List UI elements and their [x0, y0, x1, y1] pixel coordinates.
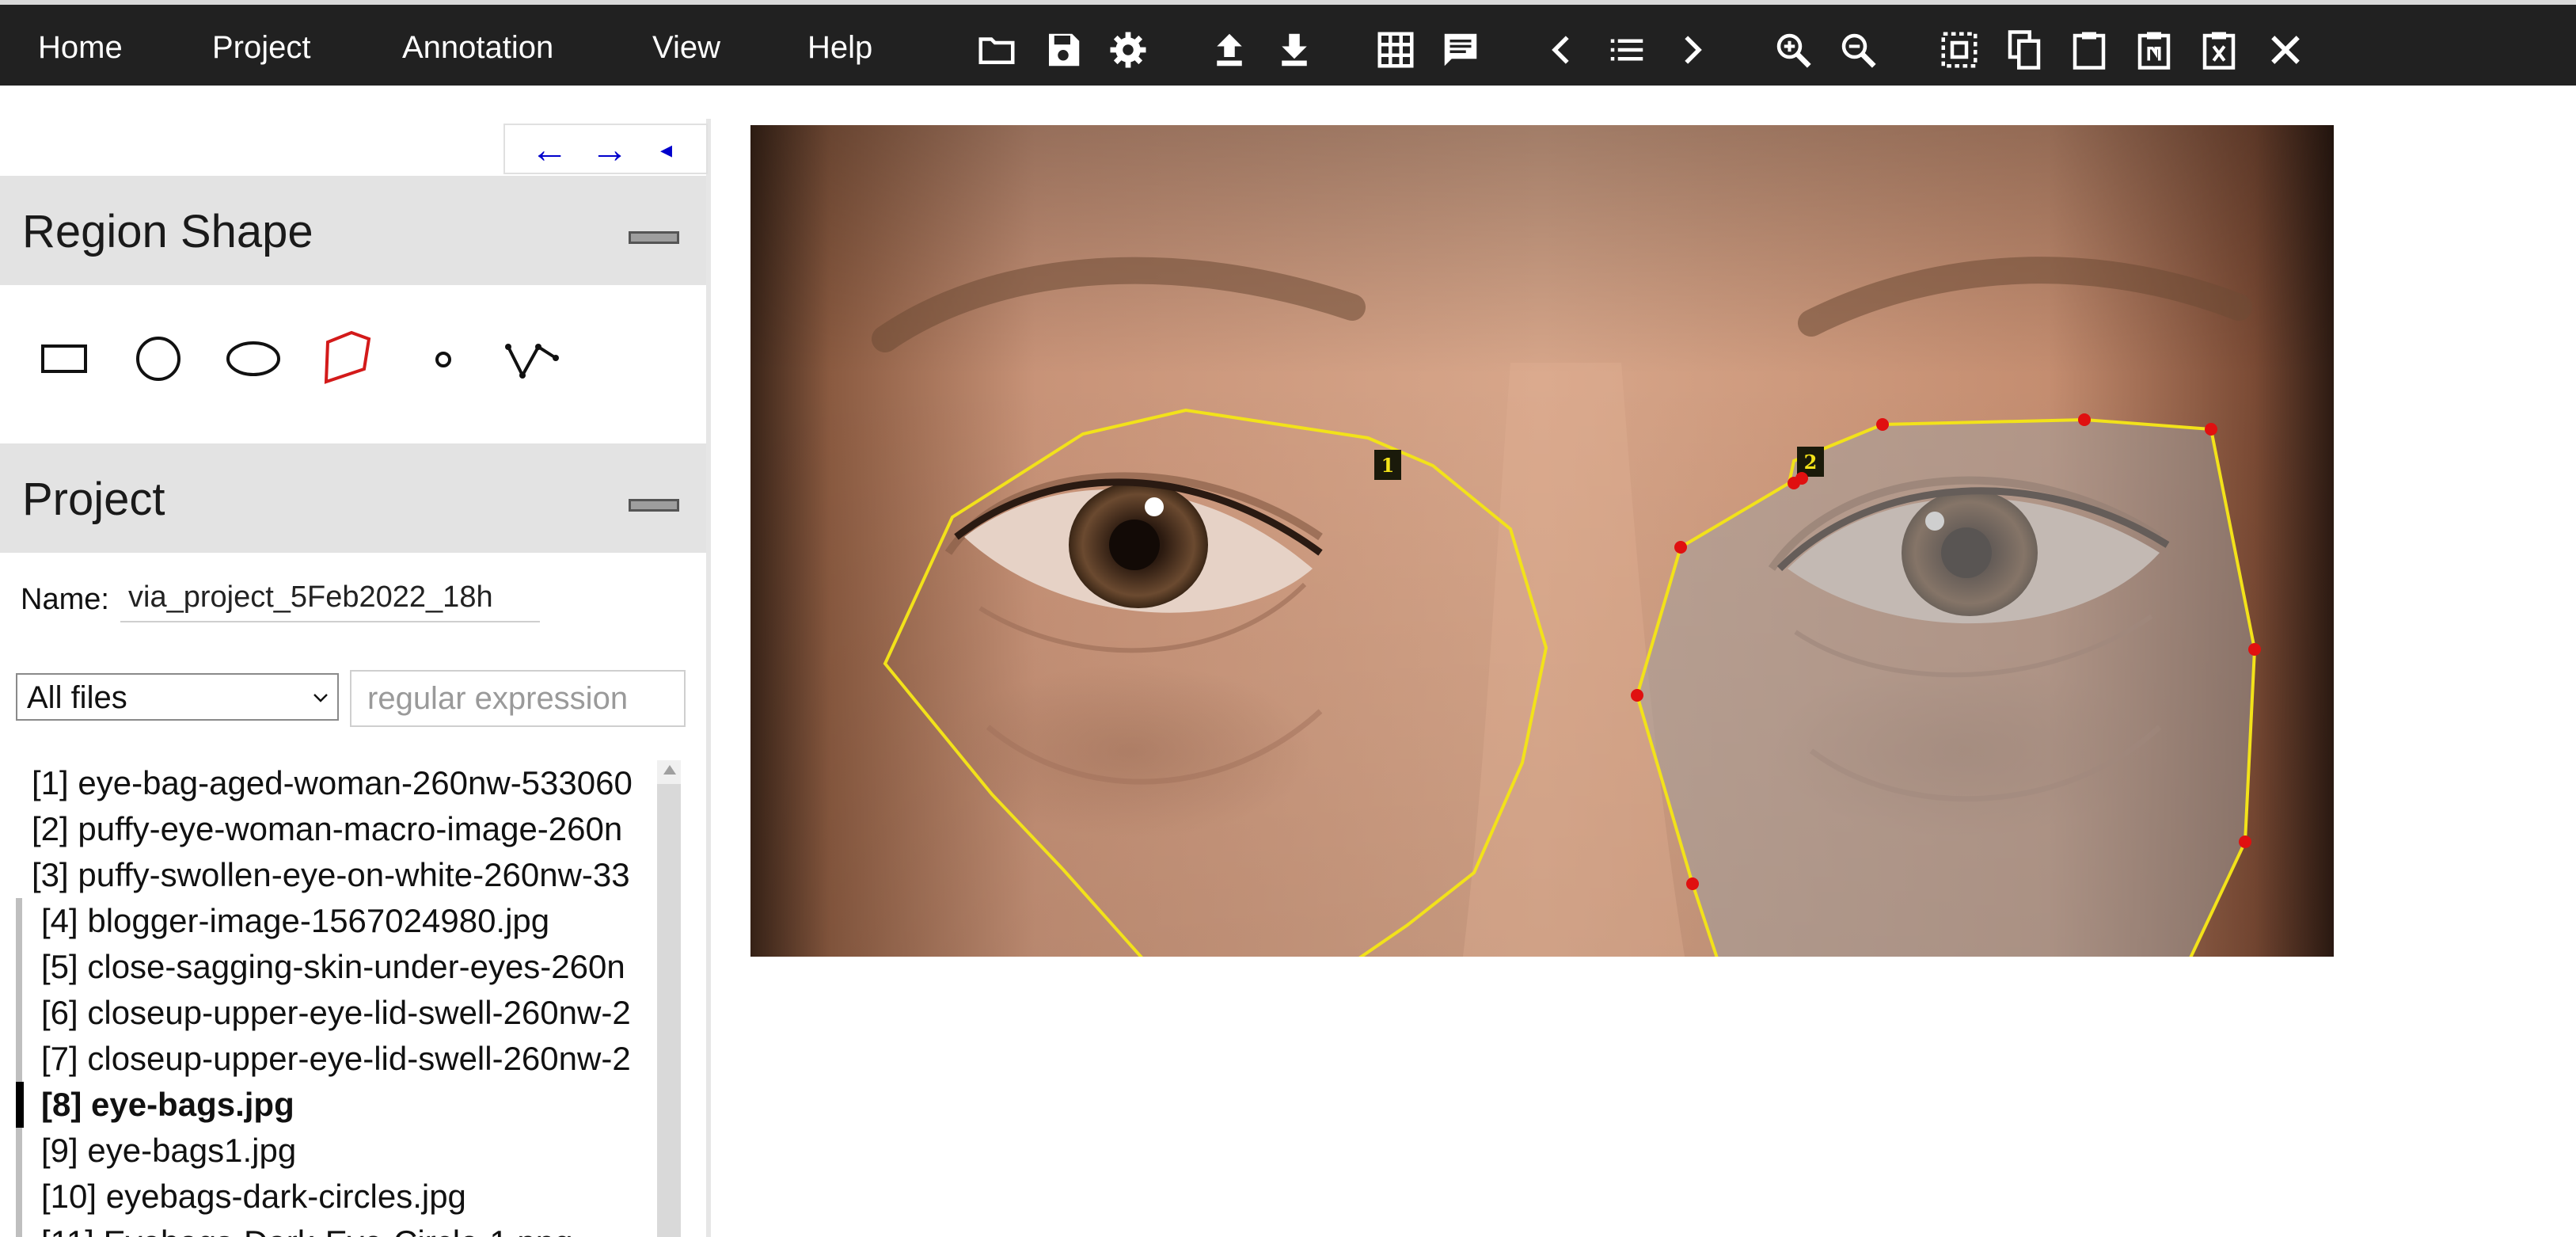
list-item[interactable]: [3] puffy-swollen-eye-on-white-260nw-33: [0, 852, 657, 898]
rectangle-tool-icon[interactable]: [35, 326, 95, 386]
list-item[interactable]: [4] blogger-image-1567024980.jpg: [0, 898, 657, 944]
file-list-scrollbar[interactable]: [657, 760, 681, 1237]
copy-icon[interactable]: [2003, 29, 2046, 71]
grid-view-icon[interactable]: [1374, 29, 1417, 71]
list-item-marker: [16, 944, 22, 990]
polygon-tool-icon[interactable]: [317, 326, 377, 386]
save-icon[interactable]: [1042, 29, 1085, 71]
sidebar-divider[interactable]: [706, 119, 711, 1237]
list-item-marker: [16, 1220, 22, 1237]
list-item-marker: [16, 1174, 22, 1220]
next-icon[interactable]: [1670, 29, 1713, 71]
regex-filter-input[interactable]: [350, 670, 686, 727]
project-name-field[interactable]: [120, 573, 540, 622]
region-2-label: 2: [1804, 451, 1818, 474]
project-name-label: Name:: [21, 583, 109, 616]
point-tool-icon[interactable]: [413, 326, 473, 386]
list-item[interactable]: [11] Eyebags-Dark-Eye-Circle-1.png: [0, 1220, 657, 1237]
download-icon[interactable]: [1273, 29, 1316, 71]
paste-icon[interactable]: [2068, 29, 2111, 71]
previous-icon[interactable]: [1541, 29, 1583, 71]
list-item-marker: [16, 1082, 24, 1128]
chevron-down-icon: [313, 694, 328, 702]
top-menu-bar: Home Project Annotation View Help: [0, 0, 2576, 86]
ellipse-tool-icon[interactable]: [223, 326, 283, 386]
list-icon[interactable]: [1605, 29, 1648, 71]
nav-collapse-arrow[interactable]: ◂: [660, 128, 672, 173]
region-1-label: 1: [1381, 454, 1395, 477]
list-item[interactable]: [1] eye-bag-aged-woman-260nw-533060: [0, 760, 657, 806]
circle-tool-icon[interactable]: [128, 326, 188, 386]
project-title: Project: [22, 474, 165, 525]
menu-project[interactable]: Project: [212, 29, 311, 67]
close-icon[interactable]: [2264, 29, 2307, 71]
list-item-current[interactable]: [8] eye-bags.jpg: [0, 1082, 657, 1128]
file-filter-value: All files: [27, 680, 127, 715]
list-item[interactable]: [6] closeup-upper-eye-lid-swell-260nw-2: [0, 990, 657, 1036]
menu-home[interactable]: Home: [38, 29, 123, 67]
list-item[interactable]: [10] eyebags-dark-circles.jpg: [0, 1174, 657, 1220]
annotated-image[interactable]: 1 2: [750, 125, 2334, 957]
list-item[interactable]: [9] eye-bags1.jpg: [0, 1128, 657, 1174]
folder-open-icon[interactable]: [975, 29, 1018, 71]
list-item-marker: [16, 990, 22, 1036]
sidebar-nav: ← → ◂: [503, 124, 708, 174]
project-header[interactable]: Project: [0, 443, 706, 553]
zoom-out-icon[interactable]: [1837, 29, 1879, 71]
scroll-up-arrow-icon: [663, 765, 676, 775]
settings-icon[interactable]: [1107, 29, 1149, 71]
list-item[interactable]: [7] closeup-upper-eye-lid-swell-260nw-2: [0, 1036, 657, 1082]
list-item-marker: [16, 1128, 22, 1174]
region-shape-header[interactable]: Region Shape: [0, 176, 706, 285]
list-item-marker: [16, 898, 22, 944]
file-list: [1] eye-bag-aged-woman-260nw-533060 [2] …: [0, 752, 681, 1237]
paste-n-icon[interactable]: [2133, 29, 2175, 71]
select-all-icon[interactable]: [1938, 29, 1981, 71]
zoom-in-icon[interactable]: [1772, 29, 1814, 71]
list-item-marker: [16, 1036, 22, 1082]
menu-annotation[interactable]: Annotation: [402, 29, 553, 67]
project-collapse-button[interactable]: [629, 499, 679, 512]
paste-delete-icon[interactable]: [2198, 29, 2240, 71]
menu-help[interactable]: Help: [807, 29, 872, 67]
menu-view[interactable]: View: [652, 29, 720, 67]
region-shape-title: Region Shape: [22, 206, 313, 257]
nav-next-arrow[interactable]: →: [591, 128, 629, 173]
list-item[interactable]: [2] puffy-eye-woman-macro-image-260n: [0, 806, 657, 852]
nav-prev-arrow[interactable]: ←: [530, 128, 568, 173]
list-item[interactable]: [5] close-sagging-skin-under-eyes-260n: [0, 944, 657, 990]
image-canvas[interactable]: 1 2: [750, 125, 2334, 957]
comment-icon[interactable]: [1439, 29, 1482, 71]
polyline-tool-icon[interactable]: [503, 326, 564, 386]
upload-icon[interactable]: [1208, 29, 1251, 71]
file-filter-select[interactable]: All files: [16, 673, 339, 721]
region-shape-collapse-button[interactable]: [629, 231, 679, 244]
